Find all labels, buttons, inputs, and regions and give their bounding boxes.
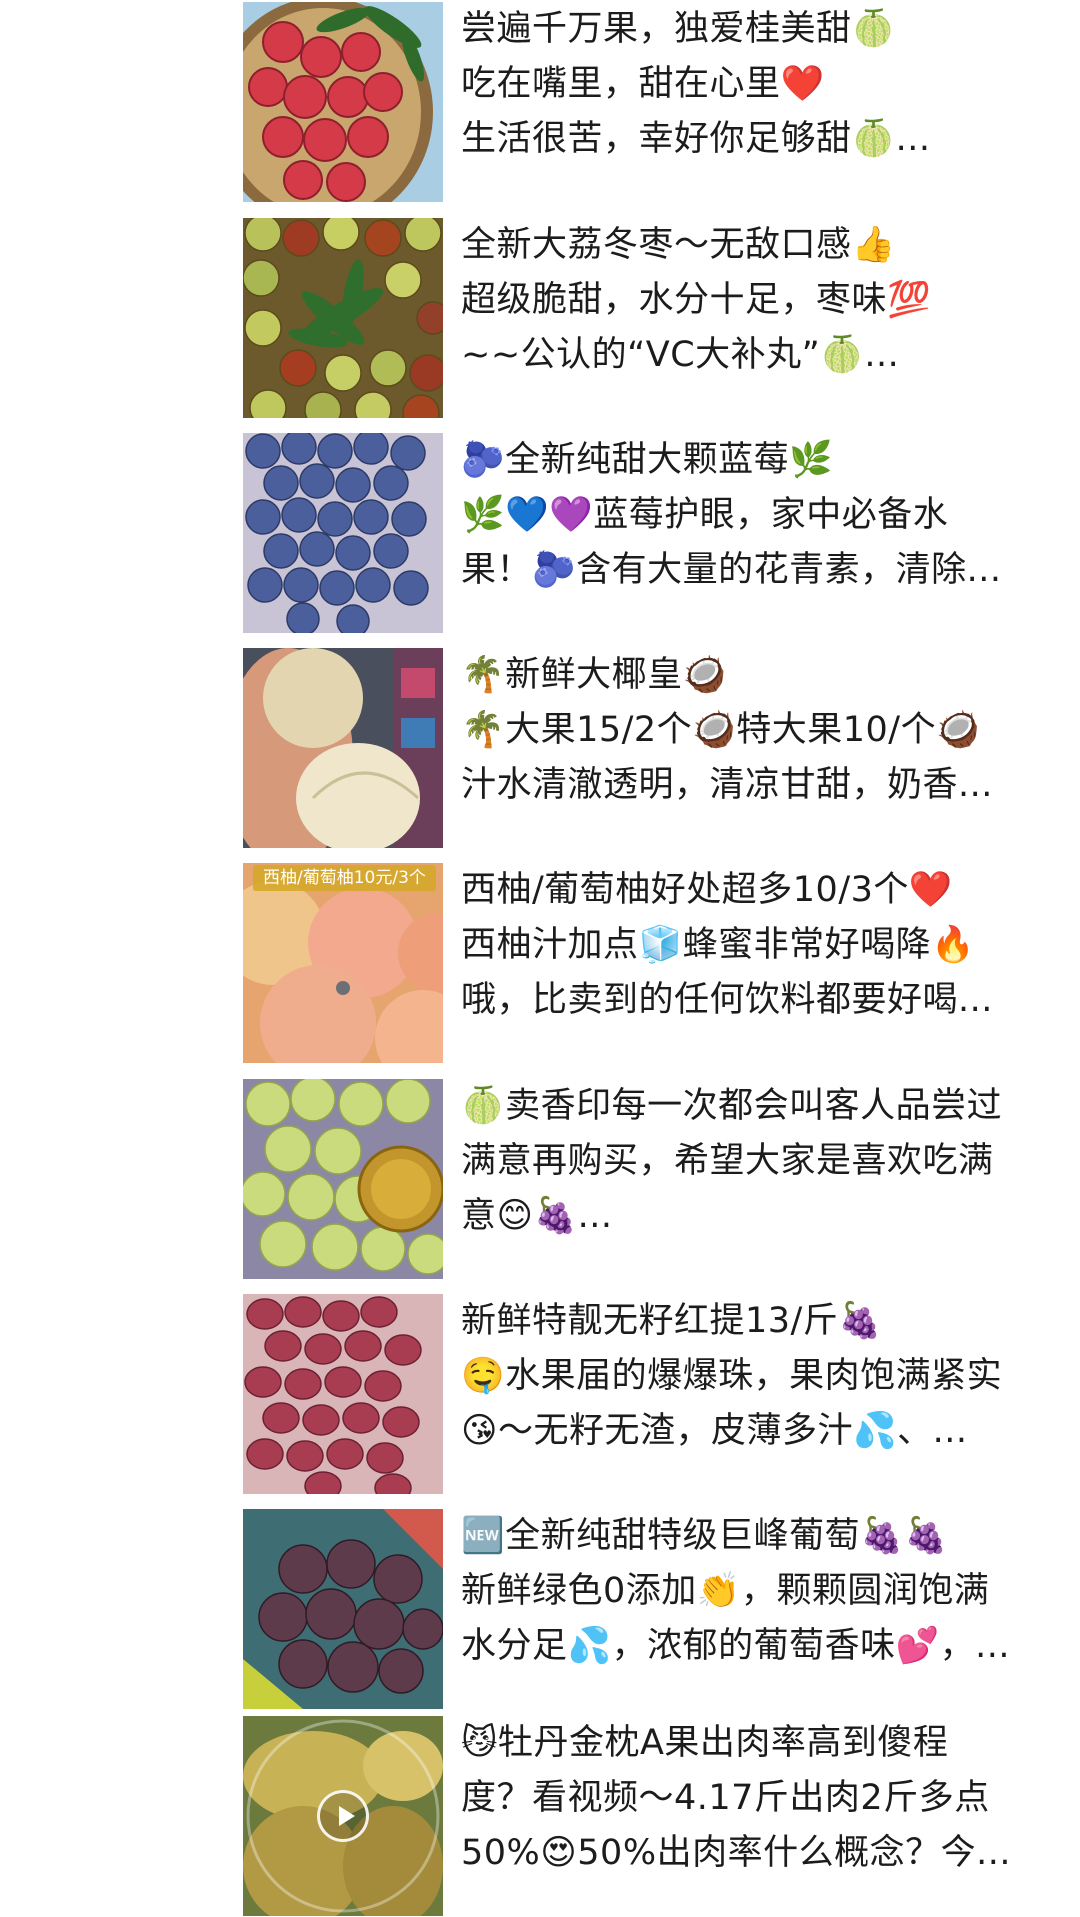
caption-line: 生活很苦，幸好你足够甜🍈... — [461, 119, 931, 159]
post-caption[interactable]: 🌴新鲜大椰皇🥥 🌴大果15/2个🥥特大果10/个🥥 汁水清澈透明，清凉甘甜，奶香… — [461, 648, 1041, 813]
post-caption[interactable]: 西柚/葡萄柚好处超多10/3个❤️ 西柚汁加点🧊蜂蜜非常好喝降🔥 哦，比卖到的任… — [461, 863, 1041, 1028]
post-thumbnail[interactable] — [243, 218, 443, 418]
post-caption[interactable]: 🫐全新纯甜大颗蓝莓🌿 🌿💙💜蓝莓护眼，家中必备水 果！🫐含有大量的花青素，清除.… — [461, 433, 1041, 598]
caption-line: 果！🫐含有大量的花青素，清除... — [461, 550, 1002, 590]
feed-post[interactable]: 🫐全新纯甜大颗蓝莓🌿 🌿💙💜蓝莓护眼，家中必备水 果！🫐含有大量的花青素，清除.… — [243, 433, 1043, 633]
coconut-photo — [243, 648, 443, 848]
caption-line: 满意再购买，希望大家是喜欢吃满 — [461, 1141, 994, 1181]
caption-line: 尝遍千万果，独爱桂美甜🍈 — [461, 9, 896, 49]
caption-line: 哦，比卖到的任何饮料都要好喝... — [461, 980, 993, 1020]
feed-post[interactable]: 🌴新鲜大椰皇🥥 🌴大果15/2个🥥特大果10/个🥥 汁水清澈透明，清凉甘甜，奶香… — [243, 648, 1043, 848]
post-caption[interactable]: 新鲜特靓无籽红提13/斤🍇 🤤水果届的爆爆珠，果肉饱满紧实 😘～无籽无渣，皮薄多… — [461, 1294, 1041, 1459]
blueberry-photo — [243, 433, 443, 633]
caption-line: 😼牡丹金枕A果出肉率高到傻程 — [461, 1723, 949, 1763]
post-thumbnail[interactable] — [243, 2, 443, 202]
post-thumbnail[interactable] — [243, 1509, 443, 1709]
post-caption[interactable]: 全新大荔冬枣～无敌口感👍 超级脆甜，水分十足，枣味💯 ~~公认的“VC大补丸”🍈… — [461, 218, 1041, 383]
caption-line: ~~公认的“VC大补丸”🍈... — [461, 335, 900, 375]
green-grape-photo — [243, 1079, 443, 1279]
post-thumbnail[interactable] — [243, 648, 443, 848]
feed-post[interactable]: 🍈卖香印每一次都会叫客人品尝过 满意再购买，希望大家是喜欢吃满 意😊🍇... — [243, 1079, 1043, 1279]
caption-line: 超级脆甜，水分十足，枣味💯 — [461, 280, 932, 320]
caption-line: 吃在嘴里，甜在心里❤️ — [461, 64, 825, 104]
caption-line: 意😊🍇... — [461, 1196, 613, 1236]
caption-line: 🌴新鲜大椰皇🥥 — [461, 655, 727, 695]
post-thumbnail[interactable] — [243, 1079, 443, 1279]
play-icon[interactable] — [317, 1790, 369, 1842]
caption-line: 西柚/葡萄柚好处超多10/3个❤️ — [461, 870, 953, 910]
feed-post[interactable]: 🆕全新纯甜特级巨峰葡萄🍇🍇 新鲜绿色0添加👏，颗颗圆润饱满 水分足💦，浓郁的葡萄… — [243, 1509, 1043, 1709]
caption-line: 西柚汁加点🧊蜂蜜非常好喝降🔥 — [461, 925, 976, 965]
post-caption[interactable]: 🆕全新纯甜特级巨峰葡萄🍇🍇 新鲜绿色0添加👏，颗颗圆润饱满 水分足💦，浓郁的葡萄… — [461, 1509, 1041, 1674]
post-caption[interactable]: 🍈卖香印每一次都会叫客人品尝过 满意再购买，希望大家是喜欢吃满 意😊🍇... — [461, 1079, 1041, 1244]
grapefruit-photo — [243, 863, 443, 1063]
post-caption[interactable]: 😼牡丹金枕A果出肉率高到傻程 度？看视频～4.17斤出肉2斤多点 50%😍50%… — [461, 1716, 1041, 1881]
caption-line: 🆕全新纯甜特级巨峰葡萄🍇🍇 — [461, 1516, 949, 1556]
feed-post[interactable]: 尝遍千万果，独爱桂美甜🍈 吃在嘴里，甜在心里❤️ 生活很苦，幸好你足够甜🍈... — [243, 2, 1043, 202]
caption-line: 😘～无籽无渣，皮薄多汁💦、... — [461, 1411, 968, 1451]
post-thumbnail[interactable]: 西柚/葡萄柚10元/3个 — [243, 863, 443, 1063]
caption-line: 🫐全新纯甜大颗蓝莓🌿 — [461, 440, 834, 480]
caption-line: 全新大荔冬枣～无敌口感👍 — [461, 225, 896, 265]
dark-grape-photo — [243, 1509, 443, 1709]
feed-post[interactable]: 😼牡丹金枕A果出肉率高到傻程 度？看视频～4.17斤出肉2斤多点 50%😍50%… — [243, 1716, 1043, 1916]
caption-line: 🤤水果届的爆爆珠，果肉饱满紧实 — [461, 1356, 1003, 1396]
jujube-photo — [243, 218, 443, 418]
red-grape-photo — [243, 1294, 443, 1494]
price-tag-label: 西柚/葡萄柚10元/3个 — [253, 865, 436, 891]
post-video-thumbnail[interactable] — [243, 1716, 443, 1916]
caption-line: 🌴大果15/2个🥥特大果10/个🥥 — [461, 710, 981, 750]
post-thumbnail[interactable] — [243, 1294, 443, 1494]
feed-post[interactable]: 西柚/葡萄柚10元/3个 西柚/葡萄柚好处超多10/3个❤️ 西柚汁加点🧊蜂蜜非… — [243, 863, 1043, 1063]
caption-line: 新鲜特靓无籽红提13/斤🍇 — [461, 1301, 883, 1341]
caption-line: 新鲜绿色0添加👏，颗颗圆润饱满 — [461, 1571, 990, 1611]
caption-line: 度？看视频～4.17斤出肉2斤多点 — [461, 1778, 990, 1818]
caption-line: 汁水清澈透明，清凉甘甜，奶香... — [461, 765, 993, 805]
caption-line: 🌿💙💜蓝莓护眼，家中必备水 — [461, 495, 949, 535]
feed-post[interactable]: 新鲜特靓无籽红提13/斤🍇 🤤水果届的爆爆珠，果肉饱满紧实 😘～无籽无渣，皮薄多… — [243, 1294, 1043, 1494]
post-caption[interactable]: 尝遍千万果，独爱桂美甜🍈 吃在嘴里，甜在心里❤️ 生活很苦，幸好你足够甜🍈... — [461, 2, 1041, 167]
caption-line: 50%😍50%出肉率什么概念？今... — [461, 1833, 1011, 1873]
lychee-photo — [243, 2, 443, 202]
post-thumbnail[interactable] — [243, 433, 443, 633]
moments-feed: 尝遍千万果，独爱桂美甜🍈 吃在嘴里，甜在心里❤️ 生活很苦，幸好你足够甜🍈... — [0, 0, 1080, 1917]
caption-line: 🍈卖香印每一次都会叫客人品尝过 — [461, 1086, 1003, 1126]
feed-post[interactable]: 全新大荔冬枣～无敌口感👍 超级脆甜，水分十足，枣味💯 ~~公认的“VC大补丸”🍈… — [243, 218, 1043, 418]
caption-line: 水分足💦，浓郁的葡萄香味💕，... — [461, 1626, 1011, 1666]
